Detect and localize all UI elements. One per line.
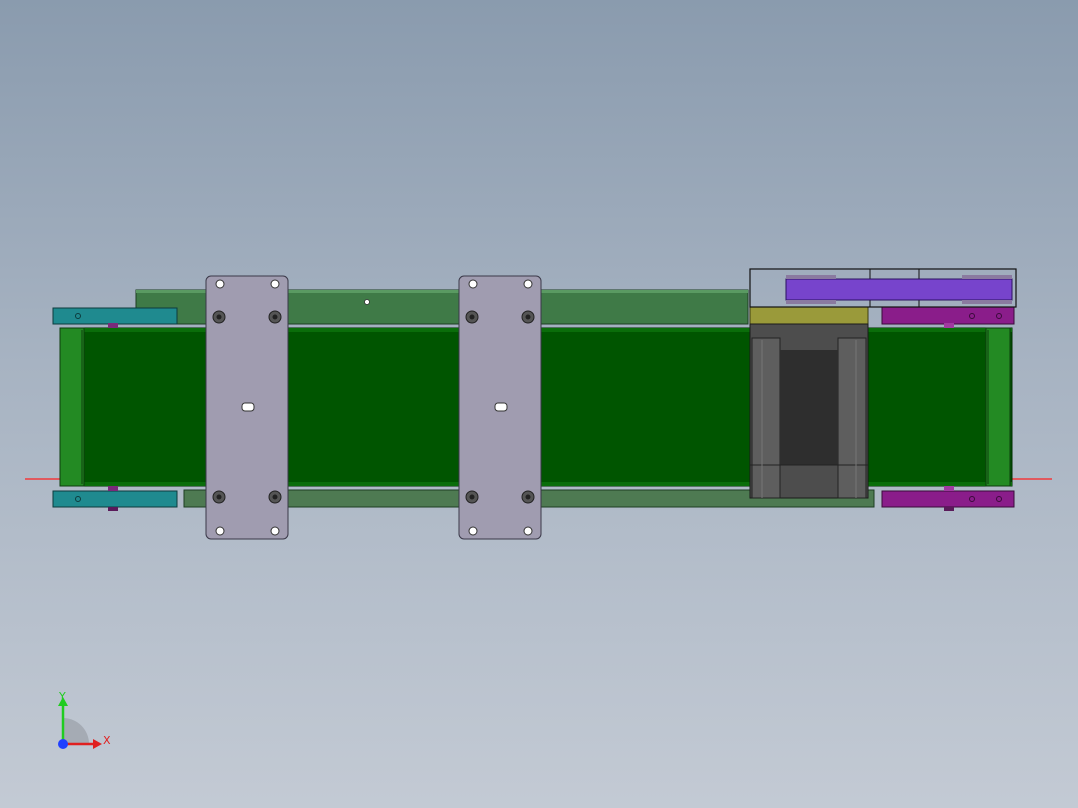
timing-belt-cover[interactable] bbox=[749, 268, 1017, 308]
mounting-plate-left[interactable] bbox=[205, 275, 289, 540]
x-axis-label: X bbox=[103, 734, 111, 747]
right-roller[interactable] bbox=[985, 327, 1011, 487]
left-top-bracket[interactable] bbox=[52, 307, 178, 328]
rail-hole bbox=[364, 299, 370, 305]
stepper-motor[interactable] bbox=[749, 306, 869, 499]
left-bottom-bracket[interactable] bbox=[52, 486, 178, 511]
y-axis-label: Y bbox=[58, 690, 66, 703]
right-bottom-bracket[interactable] bbox=[881, 486, 1015, 511]
triad-quadrant bbox=[63, 718, 89, 744]
left-roller[interactable] bbox=[59, 327, 85, 487]
model-scene[interactable]: Y X bbox=[0, 0, 1078, 808]
mounting-plate-right[interactable] bbox=[458, 275, 542, 540]
z-axis-dot-icon bbox=[58, 739, 68, 749]
right-top-bracket[interactable] bbox=[881, 306, 1015, 328]
graphics-viewport[interactable]: Y X bbox=[0, 0, 1078, 808]
orientation-triad: Y X bbox=[58, 690, 111, 749]
